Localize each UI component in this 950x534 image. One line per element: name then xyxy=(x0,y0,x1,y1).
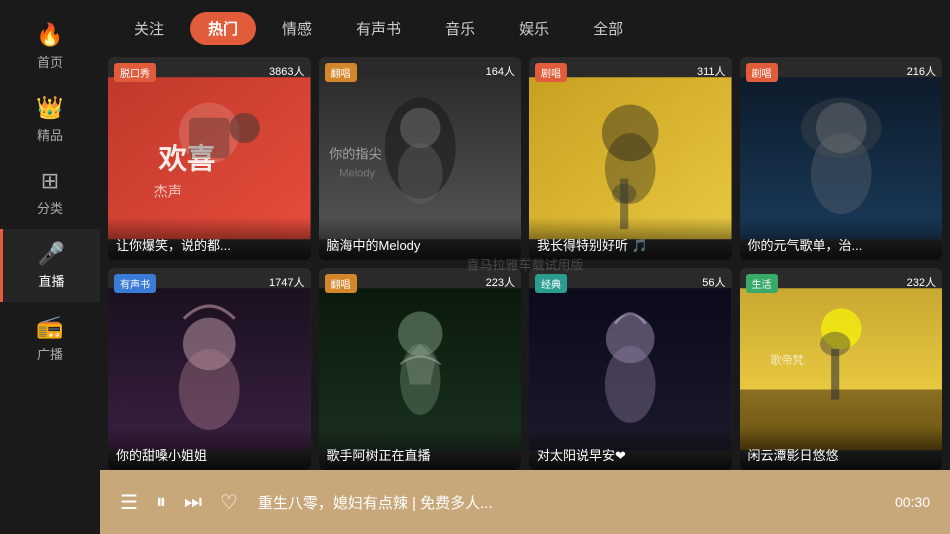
sidebar-item-radio[interactable]: 📻 广播 xyxy=(0,302,100,375)
card-title-3: 我长得特别好听 🎵 xyxy=(529,217,732,260)
sidebar: 🔥 首页 👑 精品 ⊞ 分类 🎤 直播 📻 广播 xyxy=(0,0,100,534)
svg-text:你的指尖: 你的指尖 xyxy=(329,146,382,161)
sidebar-icon-home: 🔥 xyxy=(36,22,63,48)
sidebar-item-live[interactable]: 🎤 直播 xyxy=(0,229,100,302)
player-bar: ☰ ⏸ ⏭ ♡ 重生八零，媳妇有点辣 | 免费多人... 00:30 xyxy=(100,470,950,534)
sidebar-label-radio: 广播 xyxy=(37,344,63,363)
live-card-8[interactable]: 歌帝梵 生活 232人 闲云潭影日悠悠 xyxy=(740,268,943,471)
card-badge-8: 生活 xyxy=(746,274,778,293)
card-count-3: 311人 xyxy=(697,63,726,79)
card-count-1: 3863人 xyxy=(269,63,304,79)
sidebar-label-home: 首页 xyxy=(37,52,63,71)
card-badge-4: 剧唱 xyxy=(746,63,778,82)
card-title-1: 让你爆笑，说的都... xyxy=(108,217,311,260)
card-title-7: 对太阳说早安❤ xyxy=(529,427,732,470)
tab-entertainment[interactable]: 娱乐 xyxy=(501,12,567,45)
card-title-8: 闲云潭影日悠悠 xyxy=(740,427,943,470)
live-card-2[interactable]: 你的指尖 Melody 翻唱 164人 脑海中的Melody xyxy=(319,57,522,260)
svg-text:Melody: Melody xyxy=(339,167,375,179)
sidebar-icon-live: 🎤 xyxy=(38,241,65,267)
card-count-8: 232人 xyxy=(907,274,936,290)
heart-button[interactable]: ♡ xyxy=(220,490,238,515)
live-card-6[interactable]: 翻唱 223人 歌手阿树正在直播 xyxy=(319,268,522,471)
tabs-bar: 关注热门情感有声书音乐娱乐全部 xyxy=(100,0,950,57)
live-grid-area: 喜马拉雅车载试用版 欢喜 杰声 脱口秀 3863人 让你爆笑，说的都... 你的… xyxy=(100,57,950,470)
svg-text:歌帝梵: 歌帝梵 xyxy=(770,353,803,367)
sidebar-label-premium: 精品 xyxy=(37,125,63,144)
tab-audiobook[interactable]: 有声书 xyxy=(338,12,419,45)
card-badge-7: 经典 xyxy=(535,274,567,293)
sidebar-label-live: 直播 xyxy=(38,271,64,290)
card-title-4: 你的元气歌单，治... xyxy=(740,217,943,260)
card-count-4: 216人 xyxy=(907,63,936,79)
player-controls: ☰ ⏸ ⏭ ♡ xyxy=(120,490,238,515)
card-badge-6: 翻唱 xyxy=(325,274,357,293)
menu-button[interactable]: ☰ xyxy=(120,490,138,515)
card-count-5: 1747人 xyxy=(269,274,304,290)
sidebar-item-premium[interactable]: 👑 精品 xyxy=(0,83,100,156)
svg-text:杰声: 杰声 xyxy=(154,184,182,201)
card-title-2: 脑海中的Melody xyxy=(319,217,522,260)
tab-all[interactable]: 全部 xyxy=(575,12,641,45)
card-count-2: 164人 xyxy=(486,63,515,79)
live-card-1[interactable]: 欢喜 杰声 脱口秀 3863人 让你爆笑，说的都... xyxy=(108,57,311,260)
live-grid: 欢喜 杰声 脱口秀 3863人 让你爆笑，说的都... 你的指尖 Melody … xyxy=(108,57,942,470)
sidebar-icon-premium: 👑 xyxy=(36,95,63,121)
card-title-5: 你的甜嗓小姐姐 xyxy=(108,427,311,470)
sidebar-icon-radio: 📻 xyxy=(36,314,63,340)
next-button[interactable]: ⏭ xyxy=(184,491,202,514)
card-count-7: 56人 xyxy=(702,274,725,290)
sidebar-item-home[interactable]: 🔥 首页 xyxy=(0,10,100,83)
pause-button[interactable]: ⏸ xyxy=(156,491,166,514)
tab-hot[interactable]: 热门 xyxy=(190,12,256,45)
card-badge-5: 有声书 xyxy=(114,274,156,293)
live-card-7[interactable]: 经典 56人 对太阳说早安❤ xyxy=(529,268,732,471)
sidebar-label-category: 分类 xyxy=(37,198,63,217)
live-card-5[interactable]: 有声书 1747人 你的甜嗓小姐姐 xyxy=(108,268,311,471)
live-card-4[interactable]: 剧唱 216人 你的元气歌单，治... xyxy=(740,57,943,260)
card-badge-3: 剧唱 xyxy=(535,63,567,82)
tab-emotion[interactable]: 情感 xyxy=(264,12,330,45)
tab-follow[interactable]: 关注 xyxy=(116,12,182,45)
sidebar-icon-category: ⊞ xyxy=(41,168,59,194)
card-count-6: 223人 xyxy=(486,274,515,290)
sidebar-item-category[interactable]: ⊞ 分类 xyxy=(0,156,100,229)
player-title: 重生八零，媳妇有点辣 | 免费多人... xyxy=(258,492,875,513)
player-time: 00:30 xyxy=(895,494,930,510)
main-content: 关注热门情感有声书音乐娱乐全部 喜马拉雅车载试用版 欢喜 杰声 脱口秀 3863… xyxy=(100,0,950,534)
live-card-3[interactable]: 剧唱 311人 我长得特别好听 🎵 xyxy=(529,57,732,260)
tab-music[interactable]: 音乐 xyxy=(427,12,493,45)
card-badge-1: 脱口秀 xyxy=(114,63,156,82)
card-title-6: 歌手阿树正在直播 xyxy=(319,427,522,470)
card-badge-2: 翻唱 xyxy=(325,63,357,82)
